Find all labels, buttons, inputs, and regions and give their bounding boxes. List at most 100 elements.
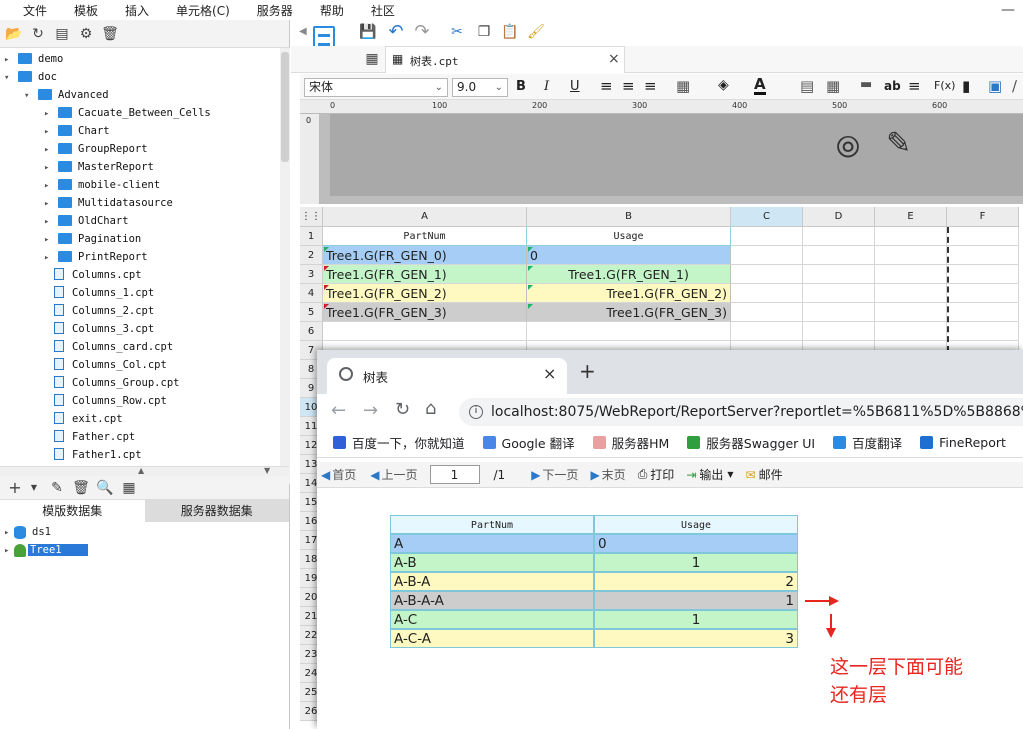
tree-item[interactable]: ▸ OldChart: [44, 212, 129, 230]
menu-item[interactable]: 模板: [74, 2, 98, 19]
column-header[interactable]: F: [947, 207, 1019, 227]
close-tab-icon[interactable]: ×: [543, 364, 556, 383]
font-name-select[interactable]: 宋体 ⌄: [304, 78, 448, 97]
grid-cell[interactable]: [323, 322, 527, 341]
tree-item[interactable]: ▾ doc: [4, 68, 57, 86]
formula-button[interactable]: F(x): [934, 79, 955, 92]
minimize-button[interactable]: —: [993, 0, 1023, 20]
expand-right-icon[interactable]: ▸: [44, 123, 54, 141]
tree-item[interactable]: Father1.cpt: [44, 446, 142, 464]
dataset-tree1[interactable]: ▸ Tree1: [4, 542, 88, 559]
tree-item[interactable]: ▸ demo: [4, 50, 63, 68]
preview-icon[interactable]: 🔍: [96, 479, 114, 497]
expand-right-icon[interactable]: ▸: [44, 141, 54, 159]
grid-cell[interactable]: [875, 227, 947, 246]
tree-item[interactable]: ▸ mobile-client: [44, 176, 160, 194]
grid-cell[interactable]: [731, 246, 803, 265]
paste-icon[interactable]: 📋: [501, 23, 519, 41]
next-page-button[interactable]: ▶ 下一页: [531, 466, 578, 483]
row-header[interactable]: 5: [300, 303, 323, 322]
dataset-ds1[interactable]: ▸ ds1: [4, 524, 51, 541]
bookmark-item[interactable]: 服务器HM: [592, 433, 669, 452]
tree-item[interactable]: Columns_2.cpt: [44, 302, 154, 320]
pencil-icon[interactable]: ✎: [886, 126, 911, 161]
tree-item[interactable]: ▸ Chart: [44, 122, 110, 140]
column-header[interactable]: D: [803, 207, 875, 227]
grid-icon[interactable]: ▦: [363, 50, 381, 68]
column-header[interactable]: C: [731, 207, 803, 227]
data-cell[interactable]: Tree1.G(FR_GEN_2): [527, 284, 731, 303]
prev-page-button[interactable]: ◀ 上一页: [370, 466, 417, 483]
text-button[interactable]: ab: [884, 79, 901, 93]
expand-right-icon[interactable]: ▸: [44, 249, 54, 267]
undo-icon[interactable]: ↶: [387, 23, 405, 41]
row-header[interactable]: 6: [300, 322, 323, 341]
align-center-icon[interactable]: ≡: [622, 77, 635, 95]
grid-cell[interactable]: [947, 227, 1019, 246]
column-header[interactable]: A: [323, 207, 527, 227]
mail-button[interactable]: ✉ 邮件: [746, 466, 783, 483]
redo-icon[interactable]: ↷: [413, 23, 431, 41]
tree-item[interactable]: ▸ PrintReport: [44, 248, 148, 266]
grid-cell[interactable]: [731, 227, 803, 246]
grid-cell[interactable]: [731, 322, 803, 341]
grid-cell[interactable]: [947, 284, 1019, 303]
grid-cell[interactable]: [875, 284, 947, 303]
bold-button[interactable]: B: [516, 79, 526, 94]
tree-item[interactable]: ▸ Pagination: [44, 230, 141, 248]
browser-tab[interactable]: 树表 ×: [327, 358, 567, 394]
tab-tree-report[interactable]: ▦ 树表.cpt ×: [385, 46, 625, 73]
italic-button[interactable]: I: [544, 79, 549, 94]
grid-cell[interactable]: [803, 284, 875, 303]
panel-splitter[interactable]: ▲ ▼: [0, 466, 289, 476]
back-icon[interactable]: ←: [331, 400, 346, 421]
copy-icon[interactable]: ❐: [475, 23, 493, 41]
column-header[interactable]: B: [527, 207, 731, 227]
settings-icon[interactable]: ⚙: [77, 25, 95, 43]
grid-cell[interactable]: [947, 322, 1019, 341]
grid-cell[interactable]: [803, 322, 875, 341]
add-dropdown-icon[interactable]: ▼: [30, 479, 38, 497]
tree-item[interactable]: Father.cpt: [44, 428, 135, 446]
data-cell[interactable]: Tree1.G(FR_GEN_2): [323, 284, 527, 303]
data-cell[interactable]: Tree1.G(FR_GEN_3): [323, 303, 527, 322]
grid-cell[interactable]: [875, 322, 947, 341]
page-number-input[interactable]: 1: [429, 465, 480, 484]
bookmark-item[interactable]: Google 翻译: [482, 433, 575, 452]
bookmark-item[interactable]: FineReport: [920, 435, 1006, 450]
grid-cell[interactable]: [947, 265, 1019, 284]
grid-cell[interactable]: [803, 246, 875, 265]
forward-icon[interactable]: →: [363, 400, 378, 421]
home-icon[interactable]: ⌂: [425, 398, 436, 419]
add-icon[interactable]: +: [6, 478, 24, 497]
grid-cell[interactable]: [731, 303, 803, 322]
tab-server-dataset[interactable]: 服务器数据集: [144, 500, 289, 522]
chart-icon[interactable]: ▮: [962, 77, 970, 95]
border-icon[interactable]: ▦: [676, 77, 690, 95]
tab-template-dataset[interactable]: 模版数据集: [0, 500, 145, 522]
cut-icon[interactable]: ✂: [448, 23, 466, 41]
expand-right-icon[interactable]: ▸: [44, 213, 54, 231]
expand-right-icon[interactable]: ▸: [44, 177, 54, 195]
expand-right-icon[interactable]: ▸: [44, 231, 54, 249]
expand-right-icon[interactable]: ▸: [44, 105, 54, 123]
bookmark-item[interactable]: 百度一下，你就知道: [333, 433, 465, 452]
wrap-text-icon[interactable]: ≡: [908, 77, 921, 95]
expand-right-icon[interactable]: ▸: [4, 51, 14, 69]
header-cell[interactable]: PartNum: [323, 227, 527, 246]
expand-right-icon[interactable]: ▸: [44, 159, 54, 177]
tree-item[interactable]: Columns_3.cpt: [44, 320, 154, 338]
header-cell[interactable]: Usage: [527, 227, 731, 246]
collapse-arrow-icon[interactable]: ▲: [138, 466, 144, 475]
data-cell[interactable]: Tree1.G(FR_GEN_3): [527, 303, 731, 322]
select-all-corner[interactable]: ⋮⋮: [300, 207, 323, 227]
font-color-icon[interactable]: A: [754, 76, 766, 95]
grid-cell[interactable]: [527, 322, 731, 341]
last-page-button[interactable]: ▶ 末页: [590, 466, 625, 483]
merge-cells-icon[interactable]: ▤: [800, 77, 814, 95]
bookmark-item[interactable]: 百度翻译: [833, 433, 902, 452]
row-header[interactable]: 1: [300, 227, 323, 246]
tree-item[interactable]: ▸ GroupReport: [44, 140, 148, 158]
grid-cell[interactable]: [731, 284, 803, 303]
tree-item[interactable]: Columns_card.cpt: [44, 338, 173, 356]
